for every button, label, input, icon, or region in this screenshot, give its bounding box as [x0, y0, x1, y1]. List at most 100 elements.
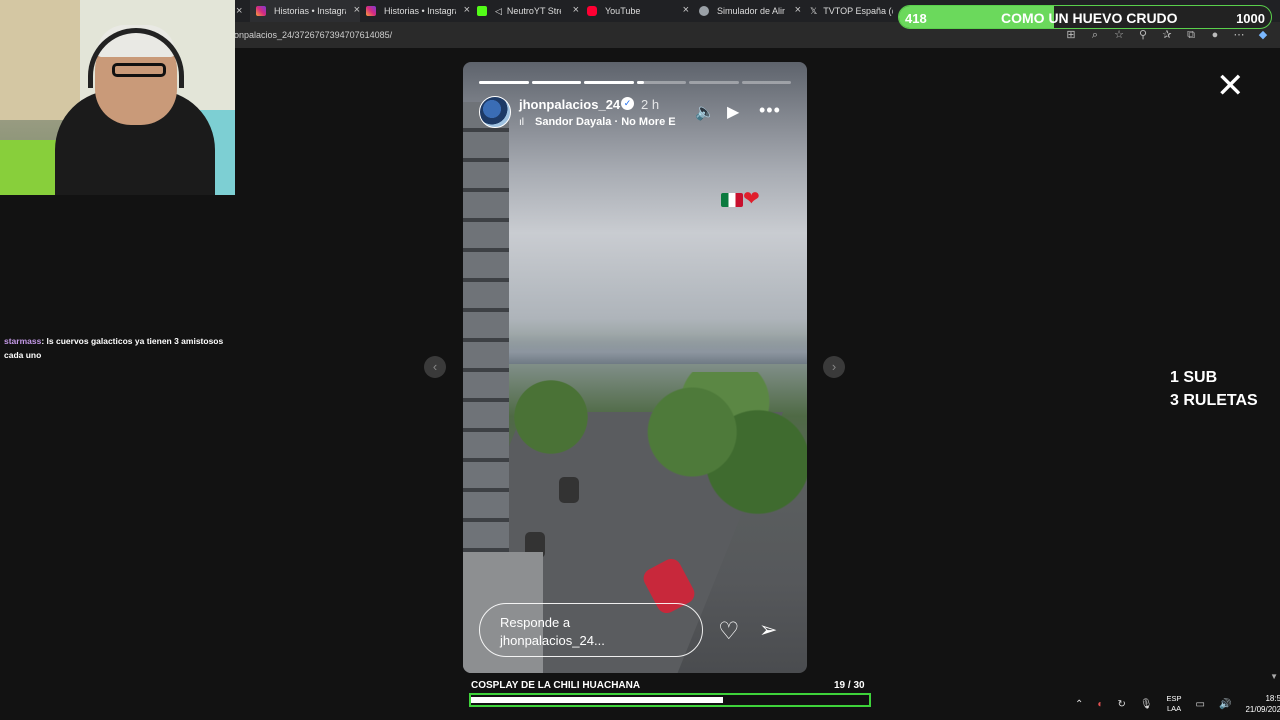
instagram-icon	[256, 6, 266, 16]
clock[interactable]: 18:53 21/09/2025	[1245, 693, 1280, 715]
tab-label: YouTube	[605, 6, 641, 16]
play-icon[interactable]: ▶	[727, 102, 739, 122]
story-time: 2 h	[641, 97, 660, 112]
reply-placeholder-line2: jhonpalacios_24...	[500, 633, 605, 648]
url-field[interactable]: onpalacios_24/3726767394707614085/	[234, 30, 392, 40]
lang-bottom: LAA	[1166, 704, 1182, 713]
favorite-star-icon[interactable]: ☆	[1112, 28, 1126, 42]
story-progress-fill	[584, 81, 634, 84]
mute-tab-icon: ◁	[495, 5, 502, 16]
verified-icon: ✓	[621, 97, 634, 110]
story-next-button[interactable]: ›	[823, 356, 845, 378]
tab-youtube[interactable]: YouTube ×	[585, 0, 689, 22]
tab-simulador[interactable]: Simulador de Aline ×	[697, 0, 801, 22]
story-progress-segment	[531, 81, 581, 84]
story-photo-trees-left	[503, 362, 623, 472]
app-tray-icon[interactable]: ◐	[1097, 699, 1103, 710]
more-options-icon[interactable]: •••	[759, 100, 781, 121]
close-icon[interactable]: ×	[354, 4, 360, 16]
lang-top: ESP	[1166, 694, 1182, 703]
send-icon[interactable]: ➢	[759, 617, 777, 643]
story-progress-fill	[479, 81, 529, 84]
chat-message: starmass: ls cuervos galacticos ya tiene…	[4, 334, 234, 362]
speaker-icon[interactable]: 🔊	[1219, 699, 1231, 710]
story-sticker: ❤	[721, 186, 760, 211]
story-photo-car	[559, 477, 579, 503]
story-progress-segment	[584, 81, 634, 84]
story-progress	[479, 81, 791, 84]
avatar[interactable]	[479, 96, 511, 128]
story-username[interactable]: jhonpalacios_24	[519, 97, 620, 112]
story-photo-skyline	[503, 334, 807, 364]
tab-neutroyt[interactable]: ◁ NeutroYT Stre ×	[475, 0, 579, 22]
story-progress-fill	[531, 81, 581, 84]
story-music[interactable]: Sandor Dayala · No More E	[535, 116, 681, 128]
sub-goal-target: 1000	[1236, 11, 1265, 26]
close-story-button[interactable]: ✕	[1216, 69, 1245, 103]
story-progress-segment	[636, 81, 686, 84]
clock-time: 18:53	[1265, 694, 1280, 703]
sub-goal-bar: 418 COMO UN HUEVO CRUDO 1000	[898, 5, 1272, 29]
scroll-down-arrow[interactable]: ▼	[1270, 672, 1278, 681]
tab-label: NeutroYT Stre	[506, 6, 561, 16]
screen: × Historias • Instagra × Historias • Ins…	[0, 0, 1280, 720]
chevron-up-icon[interactable]: ⌃	[1075, 699, 1083, 710]
tab-label: Simulador de Aline	[717, 6, 785, 16]
webcam-door	[0, 0, 80, 120]
bottom-goal-count: 19 / 30	[834, 680, 865, 691]
bottom-goal-bar	[469, 693, 871, 707]
story-progress-fill	[636, 81, 644, 84]
chat-overlay: starmass: ls cuervos galacticos ya tiene…	[4, 334, 234, 362]
browser-toolbar: ⊞ ⌕ ☆ ⚲ ✰ ⧉ ● ⋯ ◆	[1064, 28, 1270, 42]
tab-label: TVTOP España (@t	[823, 6, 893, 16]
volume-icon[interactable]: 🔈	[695, 102, 715, 122]
kick-icon	[477, 6, 487, 16]
sub-goal-label: COMO UN HUEVO CRUDO	[1001, 10, 1178, 26]
webcam-feed	[0, 0, 235, 195]
extensions-icon[interactable]: ⚲	[1136, 28, 1150, 42]
story-photo-trees	[643, 372, 807, 522]
close-icon[interactable]: ×	[464, 4, 470, 16]
clock-date: 21/09/2025	[1245, 705, 1280, 714]
tab-historias-1[interactable]: Historias • Instagra ×	[250, 0, 360, 22]
language-indicator[interactable]: ESP LAA	[1167, 694, 1182, 714]
story-prev-button[interactable]: ‹	[424, 356, 446, 378]
story-progress-segment	[479, 81, 529, 84]
music-bars-icon: ıl	[519, 117, 524, 128]
instagram-icon	[366, 6, 376, 16]
webcam-green-object	[0, 140, 60, 195]
bottom-goal-fill	[471, 697, 723, 703]
sub-goal-current: 418	[905, 11, 927, 26]
tab-tvtop[interactable]: 𝕏 TVTOP España (@t	[808, 0, 898, 22]
tab-label: Historias • Instagra	[384, 6, 456, 16]
story-progress-segment	[741, 81, 791, 84]
promo-text: 1 SUB 3 RULETAS	[1170, 366, 1258, 412]
tab-close-prev[interactable]: ×	[236, 0, 246, 22]
chat-username: starmass	[4, 336, 42, 346]
tab-historias-2[interactable]: Historias • Instagra ×	[362, 0, 470, 22]
story-progress-segment	[689, 81, 739, 84]
tab-label: Historias • Instagra	[274, 6, 346, 16]
display-icon[interactable]: ▭	[1196, 699, 1205, 710]
youtube-icon	[587, 6, 597, 16]
globe-icon	[699, 6, 709, 16]
favorites-icon[interactable]: ✰	[1160, 28, 1174, 42]
network-icon[interactable]: ↻	[1117, 699, 1125, 710]
microphone-icon[interactable]: 🎙	[1140, 699, 1153, 710]
collections-icon[interactable]: ⧉	[1184, 28, 1198, 42]
webcam-glasses	[112, 63, 166, 77]
profile-icon[interactable]: ●	[1208, 28, 1222, 42]
menu-dots-icon[interactable]: ⋯	[1232, 28, 1246, 42]
promo-line1: 1 SUB	[1170, 369, 1218, 386]
heart-icon[interactable]: ♡	[718, 617, 740, 646]
promo-line2: 3 RULETAS	[1170, 392, 1258, 409]
app-icon[interactable]: ⊞	[1064, 28, 1078, 42]
close-icon[interactable]: ×	[795, 4, 801, 16]
reply-placeholder-line1: Responde a	[500, 615, 571, 630]
mexico-flag-icon	[721, 192, 743, 207]
copilot-icon[interactable]: ◆	[1256, 28, 1270, 42]
zoom-icon[interactable]: ⌕	[1088, 28, 1102, 42]
reply-input[interactable]: Responde a jhonpalacios_24...	[479, 603, 703, 657]
close-icon[interactable]: ×	[683, 4, 689, 16]
close-icon[interactable]: ×	[573, 4, 579, 16]
